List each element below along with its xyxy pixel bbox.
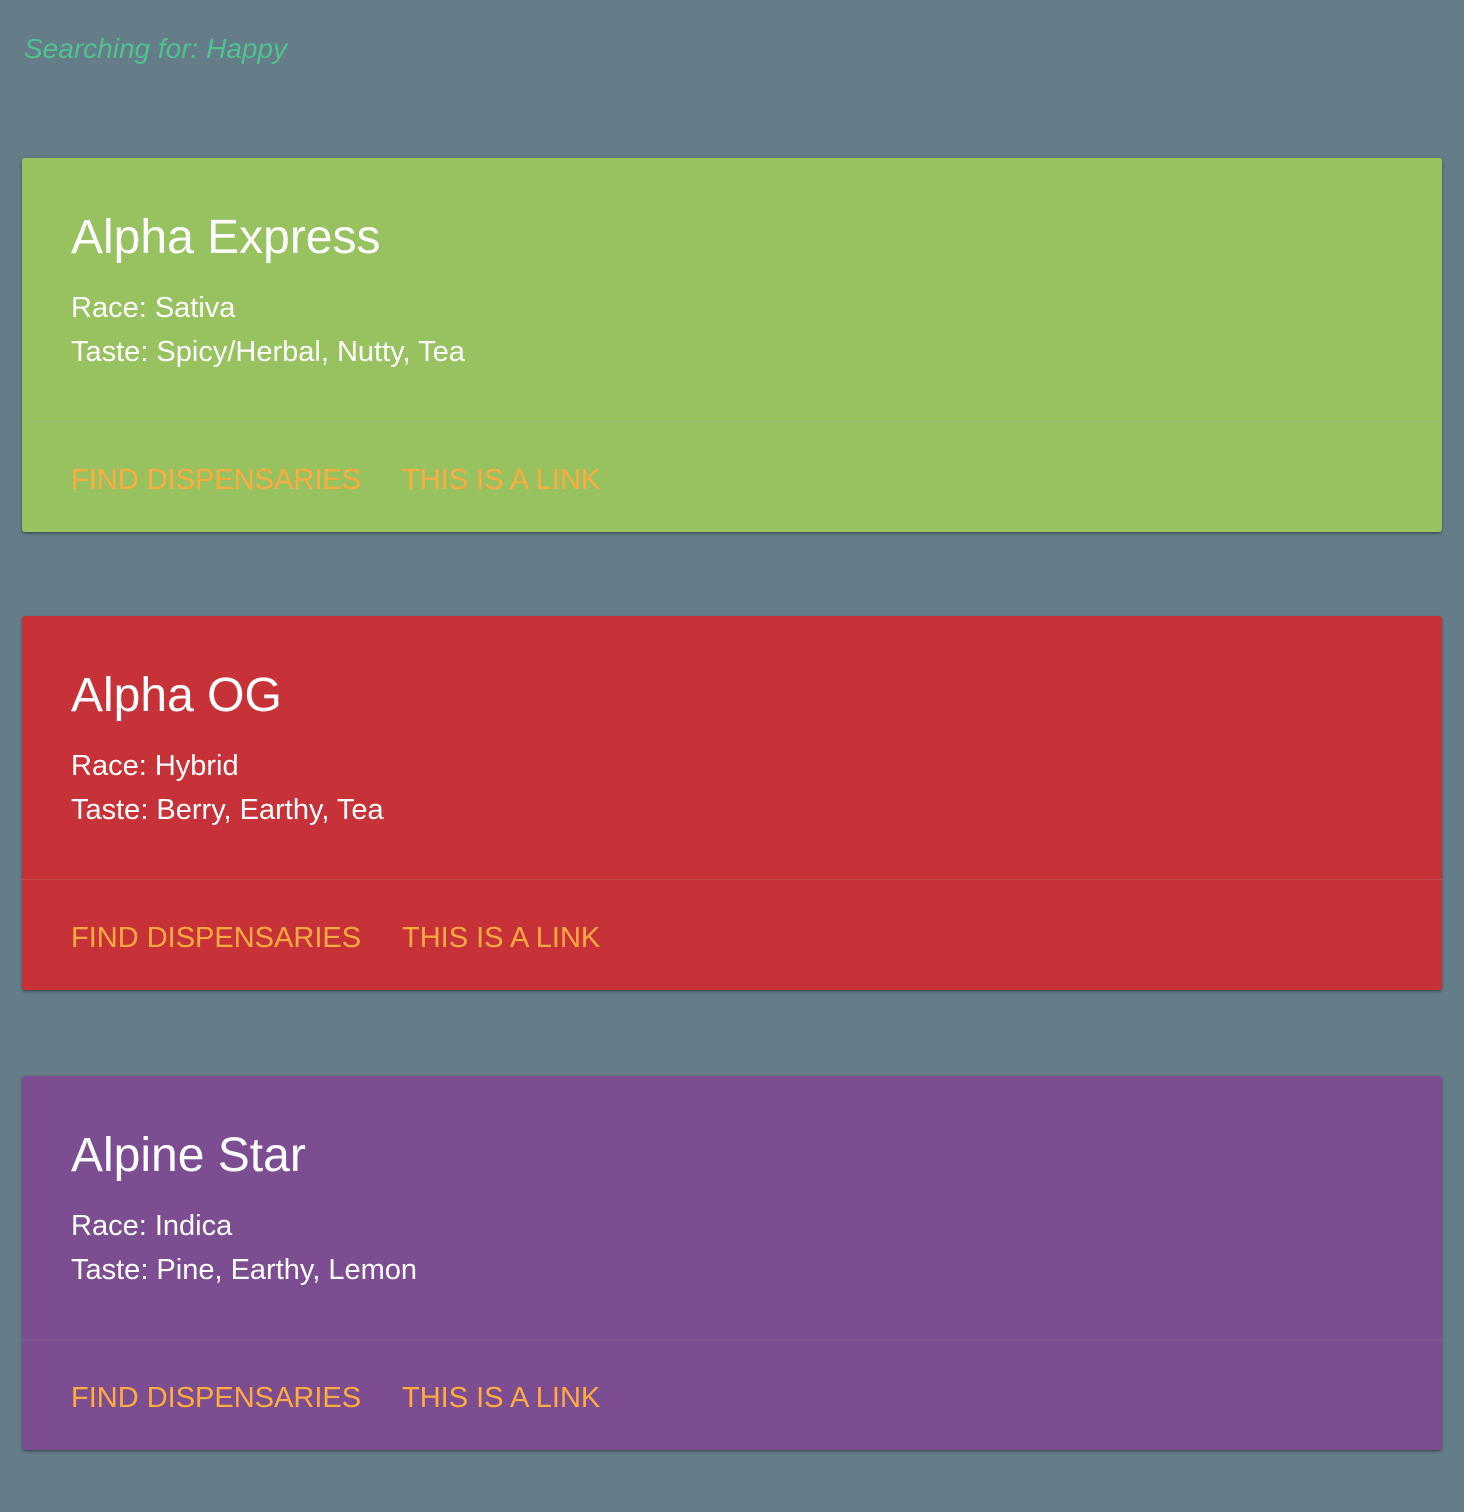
find-dispensaries-link[interactable]: FIND DISPENSARIES bbox=[71, 918, 361, 958]
strain-card-alpha-og: Alpha OG Race: Hybrid Taste: Berry, Eart… bbox=[22, 616, 1442, 990]
card-content: Alpine Star Race: Indica Taste: Pine, Ea… bbox=[22, 1076, 1442, 1340]
this-is-a-link[interactable]: THIS IS A LINK bbox=[402, 1378, 600, 1418]
card-content: Alpha Express Race: Sativa Taste: Spicy/… bbox=[22, 158, 1442, 422]
card-content: Alpha OG Race: Hybrid Taste: Berry, Eart… bbox=[22, 616, 1442, 880]
strain-card-alpha-express: Alpha Express Race: Sativa Taste: Spicy/… bbox=[22, 158, 1442, 532]
search-status: Searching for: Happy bbox=[24, 33, 288, 64]
strain-race: Race: Indica bbox=[71, 1210, 233, 1242]
strain-race: Race: Sativa bbox=[71, 292, 236, 324]
find-dispensaries-link[interactable]: FIND DISPENSARIES bbox=[71, 1378, 361, 1418]
strain-card-alpine-star: Alpine Star Race: Indica Taste: Pine, Ea… bbox=[22, 1076, 1442, 1450]
strain-taste: Taste: Pine, Earthy, Lemon bbox=[71, 1254, 418, 1286]
card-actions: FIND DISPENSARIES THIS IS A LINK bbox=[22, 880, 1442, 990]
card-title: Alpine Star bbox=[71, 1129, 306, 1182]
find-dispensaries-link[interactable]: FIND DISPENSARIES bbox=[71, 460, 361, 500]
card-actions: FIND DISPENSARIES THIS IS A LINK bbox=[22, 422, 1442, 532]
strain-taste: Taste: Spicy/Herbal, Nutty, Tea bbox=[71, 336, 465, 368]
strain-race: Race: Hybrid bbox=[71, 750, 239, 782]
card-title: Alpha Express bbox=[71, 211, 381, 264]
card-actions: FIND DISPENSARIES THIS IS A LINK bbox=[22, 1340, 1442, 1450]
card-title: Alpha OG bbox=[71, 669, 282, 722]
strain-taste: Taste: Berry, Earthy, Tea bbox=[71, 794, 384, 826]
this-is-a-link[interactable]: THIS IS A LINK bbox=[402, 918, 600, 958]
this-is-a-link[interactable]: THIS IS A LINK bbox=[402, 460, 600, 500]
